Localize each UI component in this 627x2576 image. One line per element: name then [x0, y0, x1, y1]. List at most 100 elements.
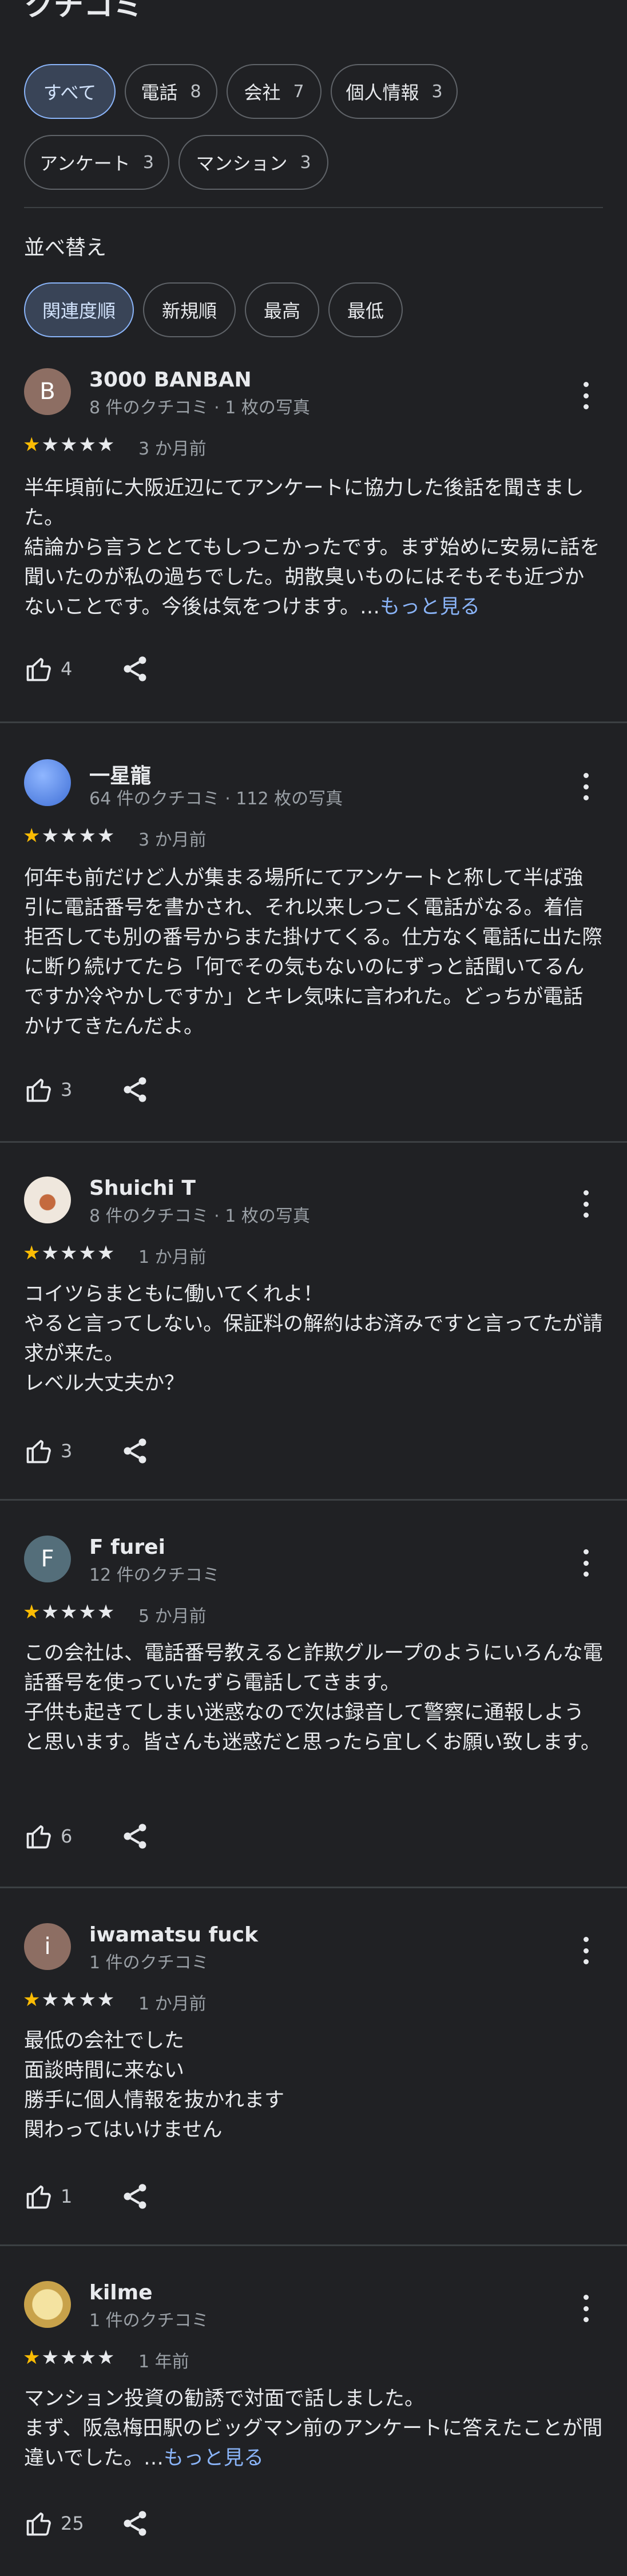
review-line: レベル大丈夫か？	[24, 1372, 185, 1395]
avatar[interactable]: B	[24, 368, 71, 415]
review-date: 1 か月前	[138, 1994, 207, 2014]
reviewer-name[interactable]: Shuichi T	[89, 1177, 196, 1200]
avatar[interactable]	[24, 759, 71, 806]
more-options-icon[interactable]	[578, 2292, 594, 2324]
review-separator	[0, 2244, 627, 2246]
avatar-letter: i	[44, 1933, 51, 1960]
reviewer-meta: 1 件のクチコミ	[89, 1953, 209, 1973]
filter-chip-phone[interactable]: 電話 8	[125, 64, 217, 119]
avatar[interactable]: i	[24, 1923, 71, 1970]
reviewer-meta: 64 件のクチコミ · 112 枚の写真	[89, 789, 343, 809]
filter-chip-label: 個人情報	[346, 82, 419, 103]
avatar[interactable]	[24, 2281, 71, 2328]
like-count: 3	[61, 1079, 73, 1100]
more-options-icon[interactable]	[578, 1935, 594, 1967]
filter-chip-count: 8	[190, 81, 201, 102]
review-line: 何年も前だけど人が集まる場所にてアンケートと称して半ば強引に電話番号を書かされ、…	[24, 867, 602, 1038]
like-count: 4	[61, 658, 73, 680]
filter-chip-all[interactable]: すべて	[24, 64, 116, 119]
sort-option-label: 最低	[347, 300, 384, 322]
more-options-icon[interactable]	[578, 1547, 594, 1579]
like-button[interactable]: 4	[24, 654, 72, 684]
read-more-link[interactable]: もっと見る	[164, 2447, 264, 2470]
avatar[interactable]: F	[24, 1536, 71, 1582]
filter-chip-label: 電話	[141, 82, 178, 103]
filter-chip-mansion[interactable]: マンション 3	[178, 135, 328, 190]
star-rating: ★★★★★	[23, 433, 116, 456]
review-line: 関わってはいけません	[24, 2119, 223, 2142]
share-icon[interactable]	[120, 1436, 150, 1466]
like-button[interactable]: 3	[24, 1436, 72, 1466]
share-icon[interactable]	[120, 1075, 150, 1104]
filter-chip-company[interactable]: 会社 7	[227, 64, 322, 119]
review-date: 1 か月前	[138, 1247, 207, 1267]
more-options-icon[interactable]	[578, 380, 594, 412]
reviewer-name[interactable]: iwamatsu fuck	[89, 1923, 258, 1947]
filter-chip-count: 3	[431, 81, 443, 102]
share-icon[interactable]	[120, 2509, 150, 2538]
review-separator	[0, 1499, 627, 1501]
review-separator	[0, 1887, 627, 1888]
star-rating: ★★★★★	[23, 2346, 116, 2369]
sort-option-lowest[interactable]: 最低	[328, 282, 403, 337]
read-more-link[interactable]: もっと見る	[380, 596, 480, 619]
share-icon[interactable]	[120, 2182, 150, 2211]
like-count: 6	[61, 1825, 73, 1847]
more-options-icon[interactable]	[578, 771, 594, 803]
filter-chip-survey[interactable]: アンケート 3	[24, 135, 169, 190]
page-title: クチコミ	[24, 0, 144, 23]
review-date: 3 か月前	[138, 439, 207, 459]
sort-option-label: 最高	[263, 300, 300, 322]
filter-chip-personal-info[interactable]: 個人情報 3	[331, 64, 458, 119]
filter-chip-label: 会社	[244, 82, 281, 103]
like-count: 25	[61, 2513, 84, 2534]
review-date: 3 か月前	[138, 830, 207, 850]
review-line: 最低の会社でした	[24, 2029, 185, 2052]
filter-chip-label: アンケート	[39, 153, 130, 174]
avatar[interactable]	[24, 1177, 71, 1223]
like-button[interactable]: 25	[24, 2509, 84, 2538]
thumbs-up-icon	[26, 1078, 51, 1102]
review-separator	[0, 1141, 627, 1143]
thumbs-up-icon	[26, 1439, 51, 1464]
review-text: マンション投資の勧誘で対面で話しました。 まず、阪急梅田駅のビッグマン前のアンケ…	[24, 2384, 603, 2473]
star-rating: ★★★★★	[23, 1988, 116, 2011]
review-text: 最低の会社でした 面談時間に来ない 勝手に個人情報を抜かれます 関わってはいけま…	[24, 2026, 603, 2145]
like-count: 1	[61, 2186, 73, 2207]
share-icon[interactable]	[120, 1821, 150, 1851]
reviewer-name[interactable]: F furei	[89, 1536, 165, 1559]
avatar-letter: B	[39, 378, 55, 405]
like-button[interactable]: 3	[24, 1075, 72, 1104]
reviewer-name[interactable]: kilme	[89, 2281, 153, 2304]
star-rating: ★★★★★	[23, 824, 116, 847]
reviewer-name[interactable]: 3000 BANBAN	[89, 368, 252, 392]
reviewer-meta: 8 件のクチコミ · 1 枚の写真	[89, 398, 310, 418]
review-line: コイツらまともに働いてくれよ！	[24, 1283, 323, 1306]
sort-option-newest[interactable]: 新規順	[143, 282, 236, 337]
filter-chip-count: 7	[293, 81, 304, 102]
thumbs-up-icon	[26, 1825, 51, 1849]
thumbs-up-icon	[26, 2185, 51, 2209]
sort-option-highest[interactable]: 最高	[245, 282, 319, 337]
share-icon[interactable]	[120, 654, 150, 684]
review-text: 何年も前だけど人が集まる場所にてアンケートと称して半ば強引に電話番号を書かされ、…	[24, 863, 603, 1042]
review-line: 半年頃前に大阪近辺にてアンケートに協力した後話を聞きました。	[24, 477, 584, 529]
review-line: この会社は、電話番号教えると詐欺グループのようにいろんな電話番号を使っていたずら…	[24, 1642, 603, 1694]
avatar-letter: F	[41, 1546, 54, 1572]
more-options-icon[interactable]	[578, 1188, 594, 1220]
review-date: 5 か月前	[138, 1606, 207, 1626]
filter-chip-label: マンション	[196, 153, 288, 174]
reviewer-meta: 1 件のクチコミ	[89, 2311, 209, 2331]
review-text: 半年頃前に大阪近辺にてアンケートに協力した後話を聞きました。 結論から言うととて…	[24, 473, 603, 622]
reviewer-meta: 8 件のクチコミ · 1 枚の写真	[89, 1206, 310, 1226]
filter-chip-count: 3	[142, 152, 154, 173]
review-text: コイツらまともに働いてくれよ！ やると言ってしない。保証料の解約はお済みですと言…	[24, 1279, 603, 1398]
divider	[24, 207, 603, 208]
review-line: 面談時間に来ない	[24, 2059, 185, 2082]
review-text: この会社は、電話番号教えると詐欺グループのようにいろんな電話番号を使っていたずら…	[24, 1638, 603, 1757]
sort-option-relevance[interactable]: 関連度順	[24, 282, 134, 337]
like-button[interactable]: 6	[24, 1821, 72, 1851]
review-line: 結論から言うととてもしつこかったです。まず始めに安易に話を聞いたのが私の過ちでし…	[24, 536, 600, 619]
like-button[interactable]: 1	[24, 2182, 72, 2211]
like-count: 3	[61, 1440, 73, 1462]
